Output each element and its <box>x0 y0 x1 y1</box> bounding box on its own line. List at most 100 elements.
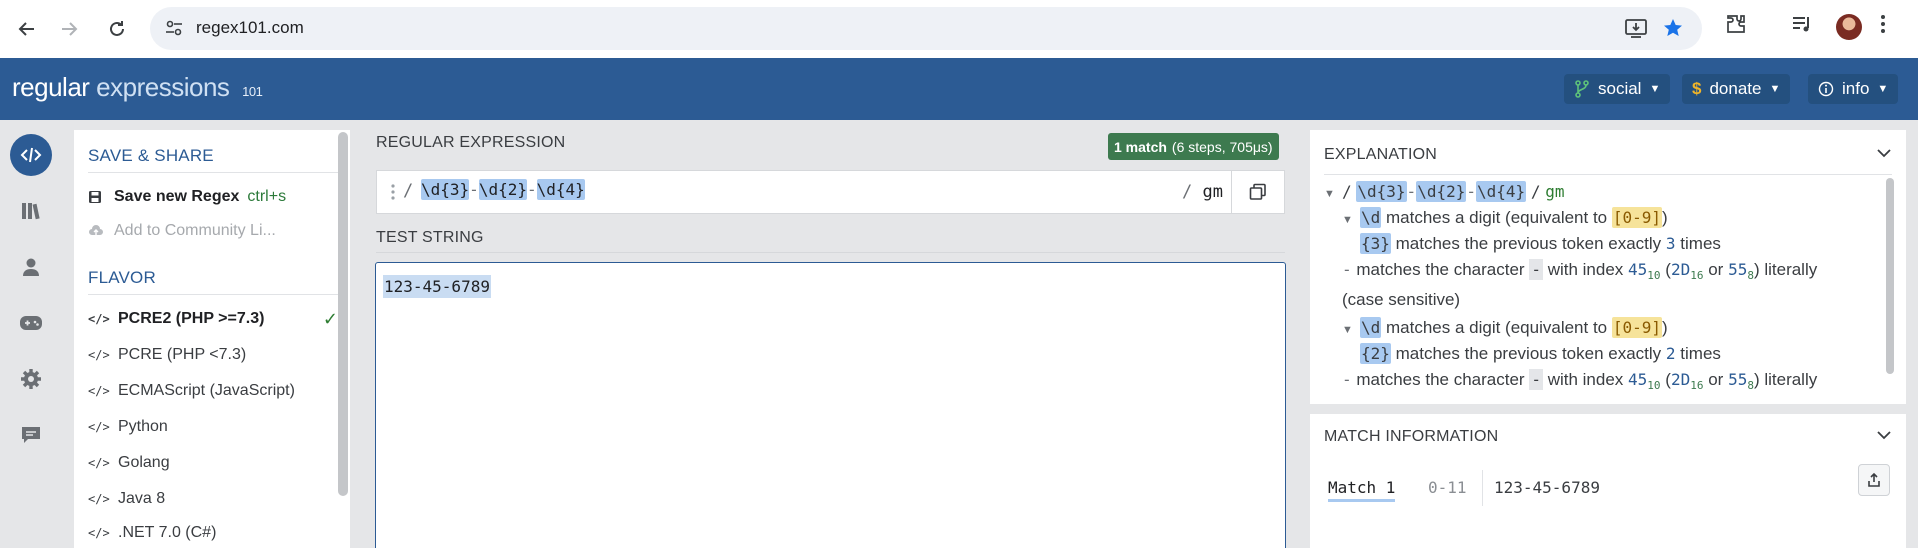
bookmark-star-icon[interactable] <box>1662 17 1684 39</box>
flavor-title: FLAVOR <box>88 268 156 287</box>
flavor-option-dotnet[interactable]: </> .NET 7.0 (C#) <box>88 516 338 548</box>
rail-account-button[interactable] <box>10 246 52 288</box>
regex-token: {2} <box>1360 343 1391 364</box>
forward-arrow-icon[interactable] <box>52 12 86 46</box>
media-controls-icon[interactable] <box>1790 12 1814 36</box>
site-settings-icon[interactable] <box>164 18 184 38</box>
regex-pattern[interactable]: \d{3}-\d{2}-\d{4} <box>421 179 585 200</box>
collapse-triangle-icon[interactable]: ▼ <box>1342 324 1360 336</box>
explanation-quantifier-line[interactable]: {3} matches the previous token exactly 3… <box>1360 233 1721 254</box>
profile-avatar[interactable] <box>1836 14 1862 40</box>
account-icon <box>21 257 41 277</box>
base-subscript: 16 <box>1690 379 1704 392</box>
flavor-option-python[interactable]: </> Python <box>88 410 338 444</box>
match-value: 123-45-6789 <box>1494 478 1600 497</box>
flavor-option-pcre[interactable]: </> PCRE (PHP <7.3) <box>88 338 338 372</box>
regex-token: \d{4} <box>536 179 585 200</box>
info-icon <box>1818 81 1834 97</box>
chevron-down-icon[interactable] <box>1876 430 1892 440</box>
explanation-text: times <box>1680 344 1721 363</box>
flags-delimiter: / <box>1182 182 1193 202</box>
base-subscript: 16 <box>1690 269 1704 282</box>
site-logo[interactable]: regular expressions 101 <box>12 72 263 103</box>
rail-settings-button[interactable] <box>10 358 52 400</box>
address-bar[interactable]: regex101.com <box>150 7 1702 50</box>
collapse-triangle-icon[interactable]: ▼ <box>1342 214 1360 226</box>
flavor-option-ecmascript[interactable]: </> ECMAScript (JavaScript) <box>88 374 338 408</box>
add-to-community-button[interactable]: Add to Community Li... <box>88 216 338 246</box>
install-app-icon[interactable] <box>1624 17 1648 39</box>
rail-library-button[interactable] <box>10 190 52 232</box>
logo-main: regular <box>12 72 90 102</box>
url-text[interactable]: regex101.com <box>196 18 304 38</box>
match-label[interactable]: Match 1 <box>1328 478 1396 502</box>
social-button[interactable]: social ▼ <box>1564 74 1671 104</box>
char-token: - <box>1529 369 1543 390</box>
add-to-community-label: Add to Community Li... <box>114 222 276 239</box>
explanation-tree: ▼ / \d{3}-\d{2}-\d{4} / gm ▼ \d matches a … <box>1310 178 1884 394</box>
regex-input[interactable]: / \d{3}-\d{2}-\d{4} / gm <box>376 170 1285 214</box>
flavor-option-java[interactable]: </> Java 8 <box>88 482 338 516</box>
test-string-title: TEST STRING <box>376 229 484 246</box>
code-icon: </> <box>88 420 110 434</box>
rail-code-button[interactable] <box>10 134 52 176</box>
explanation-char-line[interactable]: - matches the character - with index 451… <box>1342 369 1817 392</box>
dollar-icon: $ <box>1692 79 1702 98</box>
more-menu-icon[interactable] <box>1880 12 1886 36</box>
extensions-icon[interactable] <box>1724 12 1748 36</box>
match-information-title: MATCH INFORMATION <box>1324 428 1499 445</box>
regex-delimiter: / <box>403 181 414 201</box>
reload-icon[interactable] <box>100 12 134 46</box>
explanation-digit-line[interactable]: ▼ \d matches a digit (equivalent to [0-9]… <box>1342 317 1668 338</box>
flavor-option-pcre2[interactable]: </> PCRE2 (PHP >=7.3) ✓ <box>88 302 338 336</box>
code-icon: </> <box>88 492 110 506</box>
flavor-label: Java 8 <box>118 490 166 507</box>
explanation-scrollbar[interactable] <box>1886 178 1894 374</box>
flavor-option-golang[interactable]: </> Golang <box>88 446 338 480</box>
flags-delimiter: / <box>1530 182 1541 201</box>
drag-handle-icon[interactable] <box>391 183 395 201</box>
regex-literal: - <box>1342 260 1352 279</box>
test-string-text[interactable]: 123-45-6789 <box>383 275 491 298</box>
divider <box>1324 174 1892 175</box>
regex-flags-button[interactable]: / gm <box>1182 182 1223 202</box>
rail-chat-button[interactable] <box>10 414 52 456</box>
rail-quiz-button[interactable] <box>10 302 52 344</box>
flavor-label: PCRE (PHP <7.3) <box>118 346 247 363</box>
code-icon: </> <box>88 526 110 540</box>
explanation-quantifier-line[interactable]: {2} matches the previous token exactly 2… <box>1360 343 1721 364</box>
info-button[interactable]: info ▼ <box>1808 74 1899 104</box>
explanation-root-line[interactable]: ▼ / \d{3}-\d{2}-\d{4} / gm <box>1324 181 1565 202</box>
donate-button[interactable]: $ donate ▼ <box>1682 74 1791 104</box>
match-information-panel: MATCH INFORMATION <box>1310 414 1906 548</box>
sidebar-scrollbar[interactable] <box>338 132 348 496</box>
export-matches-button[interactable] <box>1858 464 1890 496</box>
divider <box>88 294 340 295</box>
explanation-digit-line[interactable]: ▼ \d matches a digit (equivalent to [0-9]… <box>1342 207 1668 228</box>
regex-token: \d{2} <box>478 179 527 200</box>
regex-token: \d{3} <box>1356 181 1407 202</box>
chevron-down-icon[interactable] <box>1876 148 1892 158</box>
collapse-triangle-icon[interactable]: ▼ <box>1324 188 1342 200</box>
copy-icon[interactable] <box>1249 183 1267 201</box>
explanation-char-line[interactable]: - matches the character - with index 451… <box>1342 259 1817 282</box>
base-subscript: 10 <box>1647 269 1661 282</box>
save-disk-icon <box>88 190 114 204</box>
save-regex-button[interactable]: Save new Regex ctrl+s <box>88 182 338 212</box>
flavor-label: .NET 7.0 (C#) <box>118 524 217 541</box>
save-share-title: SAVE & SHARE <box>88 146 214 165</box>
explanation-case-line: (case sensitive) <box>1342 290 1460 310</box>
back-arrow-icon[interactable] <box>10 12 44 46</box>
regex-literal: - <box>469 180 479 199</box>
explanation-text: matches the character <box>1356 260 1525 279</box>
flavor-label: Golang <box>118 454 170 471</box>
test-string-editor[interactable]: 123-45-6789 <box>375 262 1286 548</box>
code-icon: </> <box>88 312 110 326</box>
regex-token: {3} <box>1360 233 1391 254</box>
explanation-text: or <box>1708 370 1724 389</box>
social-label: social <box>1598 79 1642 98</box>
donate-label: donate <box>1709 79 1762 98</box>
char-class-token: [0-9] <box>1611 317 1663 338</box>
sidebar-panel: SAVE & SHARE Save new Regex ctrl+s Add t… <box>74 130 350 548</box>
match-count-badge: 1 match (6 steps, 705μs) <box>1108 133 1279 160</box>
